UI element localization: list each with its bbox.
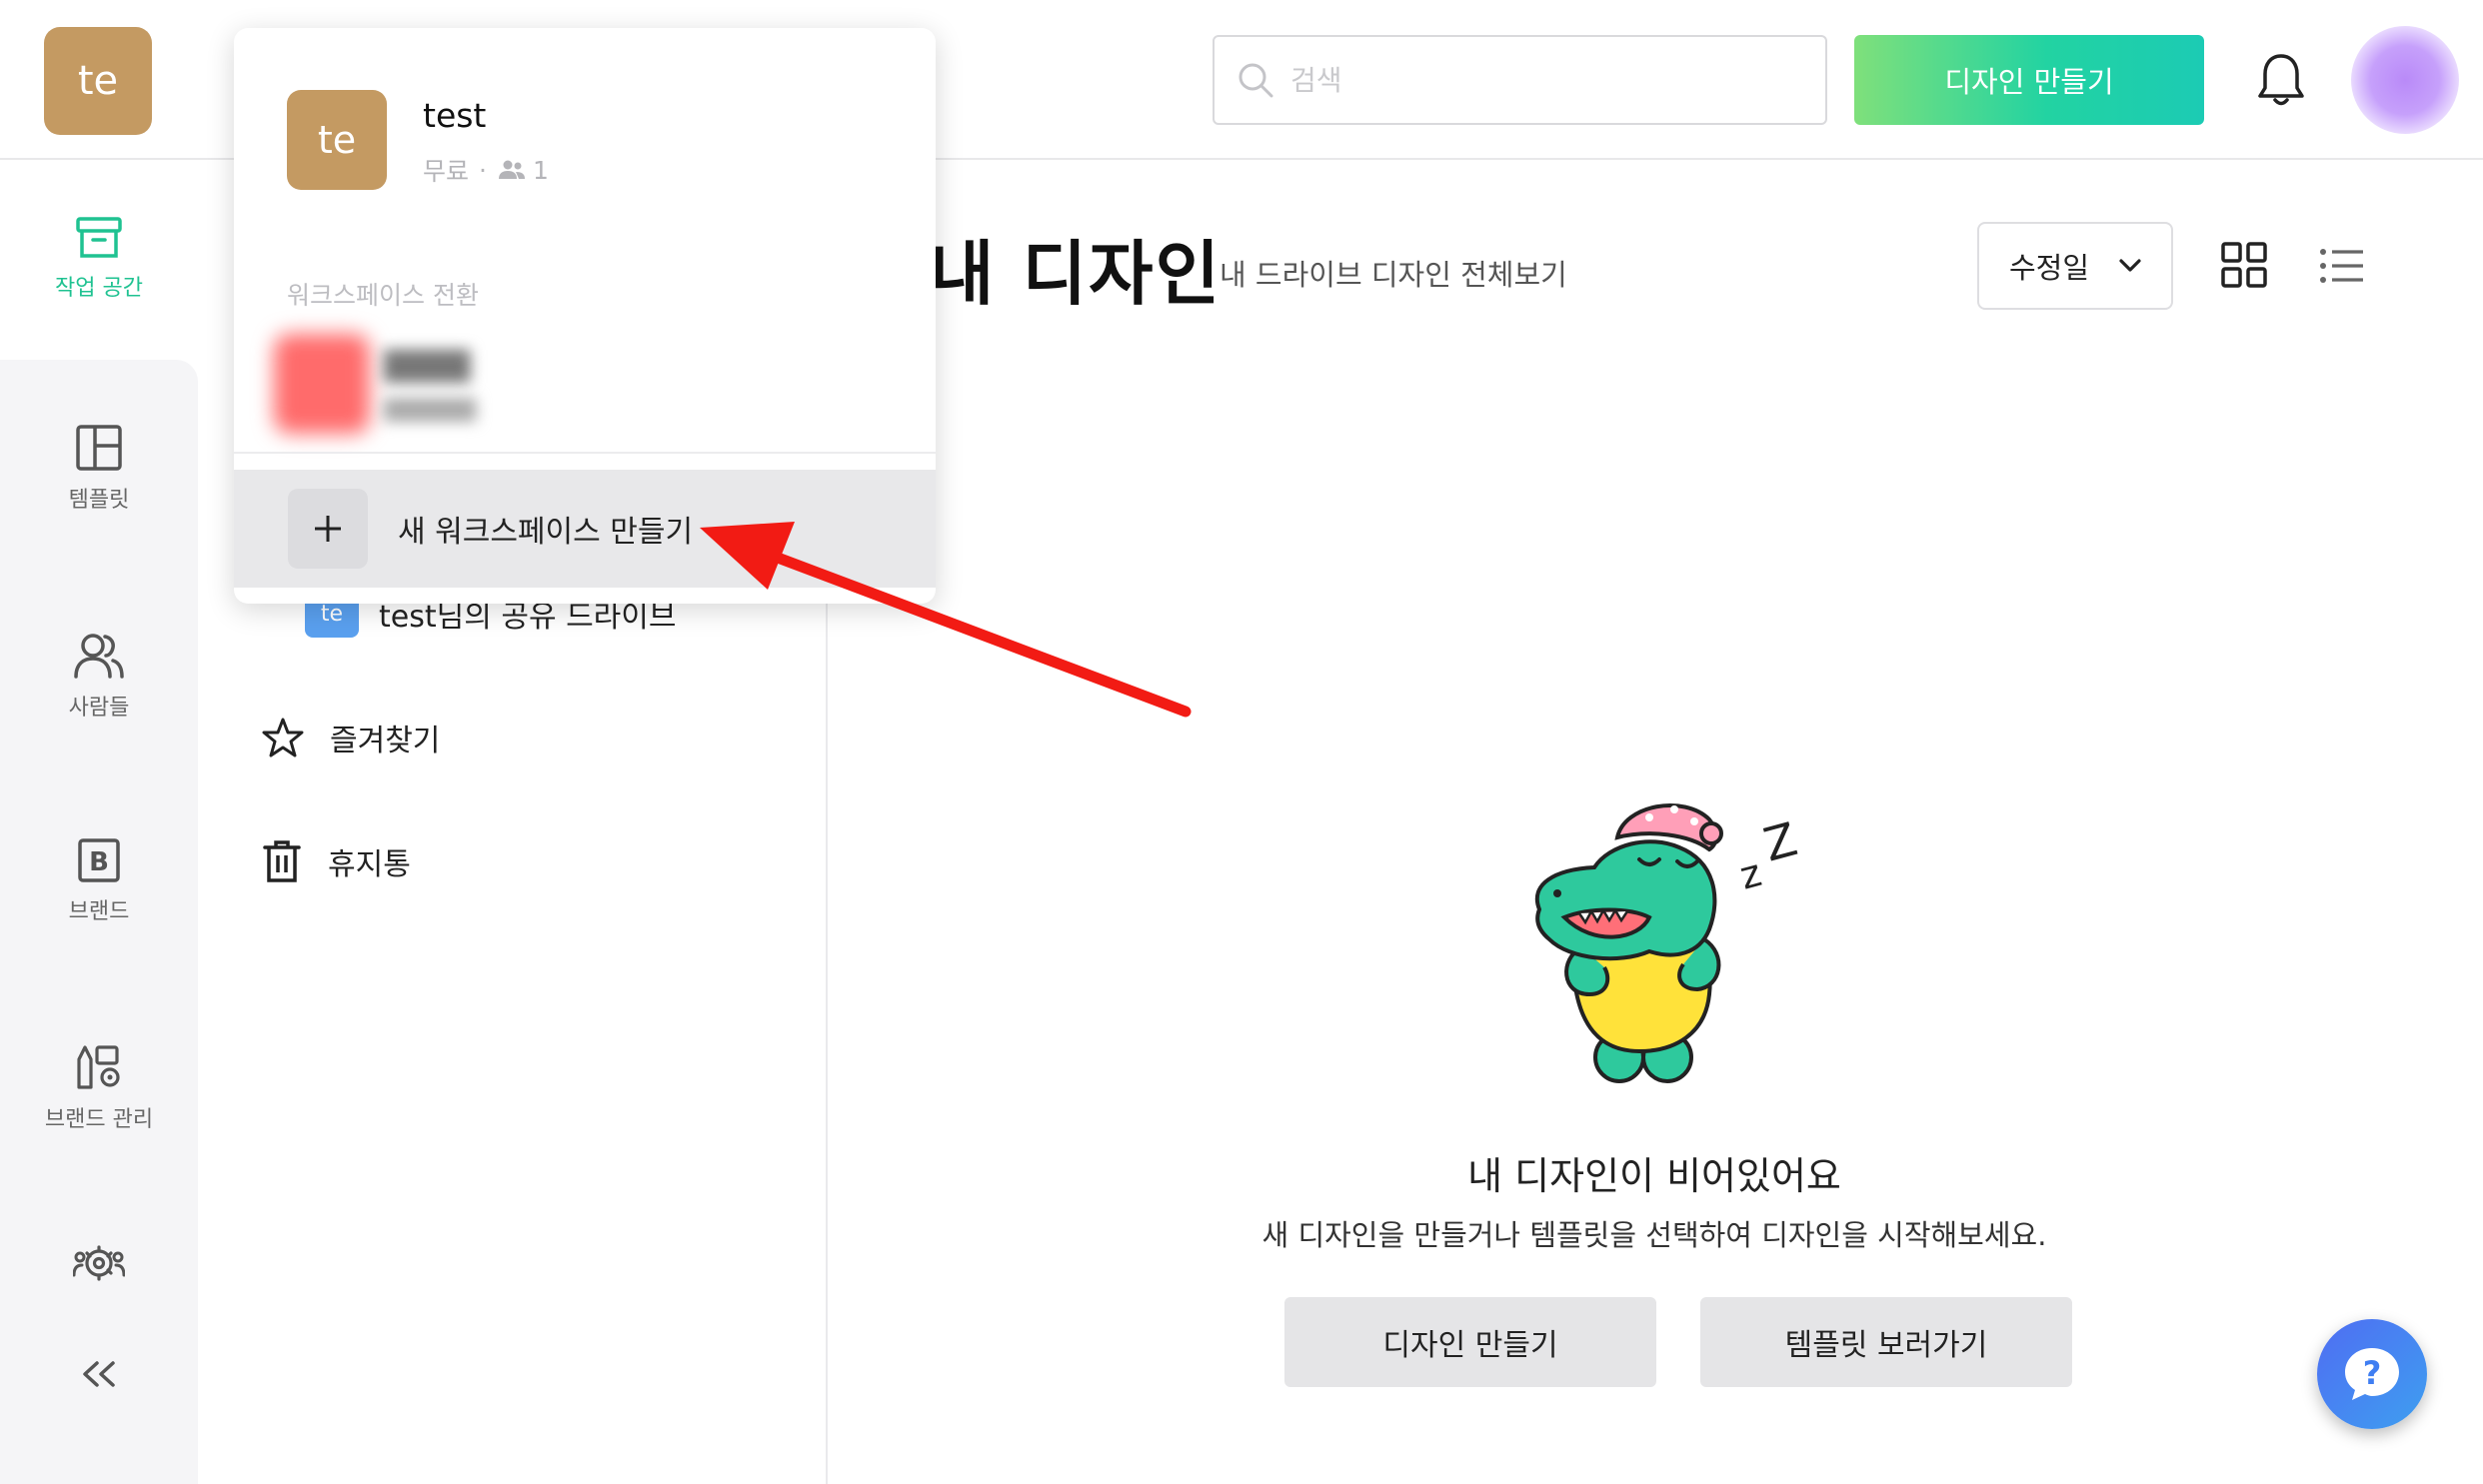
member-count: 1 [532, 155, 549, 185]
empty-state-description: 새 디자인을 만들거나 템플릿을 선택하여 디자인을 시작해보세요. [1261, 1218, 2047, 1252]
search-input[interactable] [1290, 63, 1810, 97]
help-label: ? [2363, 1354, 2382, 1392]
list-view-icon[interactable] [2319, 248, 2365, 284]
page-subtitle[interactable]: 내 드라이브 디자인 전체보기 [1220, 252, 1567, 294]
favorites-label: 즐겨찾기 [330, 724, 441, 758]
icon-rail: 작업 공간 템플릿 사람들 B 브랜드 브랜드 관리 [0, 162, 198, 1484]
empty-create-design-button[interactable]: 디자인 만들기 [1284, 1297, 1656, 1387]
rail-item-collapse[interactable] [0, 1359, 198, 1389]
browse-templates-button[interactable]: 템플릿 보러가기 [1700, 1297, 2072, 1387]
rail-item-people[interactable]: 사람들 [0, 632, 198, 722]
meta-separator: · [479, 155, 487, 185]
archive-icon [75, 216, 123, 260]
rail-label-templates: 템플릿 [68, 488, 130, 513]
svg-text:z: z [1735, 850, 1766, 898]
brand-b-icon: B [77, 837, 121, 883]
empty-state-title: 내 디자인이 비어있어요 [1467, 1154, 1841, 1198]
current-workspace-meta: 무료 · 1 [423, 152, 549, 188]
collapse-icon [79, 1359, 119, 1389]
trash-icon [262, 839, 302, 883]
grid-view-icon[interactable] [2221, 242, 2267, 288]
new-workspace-label: 새 워크스페이스 만들기 [398, 515, 694, 550]
svg-text:B: B [89, 847, 109, 877]
user-avatar[interactable] [2351, 26, 2459, 134]
help-button[interactable]: ? [2317, 1319, 2427, 1429]
divider [234, 452, 936, 454]
sort-label: 수정일 [2009, 251, 2090, 285]
trash-label: 휴지통 [328, 847, 411, 882]
page-title: 내 디자인 [930, 233, 1222, 315]
other-workspace-meta-redacted: ██████ [384, 398, 477, 422]
sleeping-crocodile-illustration: z Z [1499, 789, 1819, 1099]
search-box[interactable] [1213, 35, 1827, 125]
plus-icon [288, 489, 368, 569]
rail-label-brand: 브랜드 [68, 899, 130, 924]
workspace-switch-heading: 워크스페이스 전환 [287, 281, 479, 310]
rail-item-templates[interactable]: 템플릿 [0, 424, 198, 514]
rail-item-brand-management[interactable]: 브랜드 관리 [0, 1043, 198, 1133]
layout-icon [75, 424, 123, 472]
current-workspace-name: test [423, 96, 487, 135]
other-workspace-avatar [274, 334, 370, 434]
workspace-avatar-button[interactable]: te [44, 27, 152, 135]
chevron-down-icon [2119, 259, 2141, 273]
new-workspace-button[interactable]: 새 워크스페이스 만들기 [234, 470, 936, 588]
sort-dropdown[interactable]: 수정일 [1977, 222, 2173, 310]
brand-settings-icon [75, 1043, 123, 1091]
help-chat-icon: ? [2340, 1344, 2404, 1404]
create-design-button[interactable]: 디자인 만들기 [1854, 35, 2204, 125]
people-icon [73, 632, 125, 680]
sidebar-item-trash[interactable]: 휴지통 [262, 839, 411, 883]
bell-icon[interactable] [2256, 52, 2306, 108]
workspace-initials: te [77, 58, 119, 104]
search-icon [1237, 61, 1274, 99]
star-icon [262, 717, 304, 758]
current-workspace-avatar: te [287, 90, 387, 190]
sidebar-item-favorites[interactable]: 즐겨찾기 [262, 716, 440, 759]
team-settings-icon [73, 1241, 125, 1285]
svg-text:Z: Z [1758, 811, 1802, 871]
rail-item-workspace[interactable]: 작업 공간 [0, 216, 198, 302]
rail-label-people: 사람들 [68, 696, 130, 721]
rail-label-workspace: 작업 공간 [55, 276, 143, 301]
other-workspace-name-redacted: ████ [384, 350, 471, 383]
current-workspace-initials: te [317, 118, 357, 162]
rail-item-brand[interactable]: B 브랜드 [0, 837, 198, 925]
rail-label-brand-management: 브랜드 관리 [44, 1107, 154, 1132]
workspace-plan: 무료 [423, 157, 470, 186]
rail-item-team-settings[interactable] [0, 1241, 198, 1285]
workspace-dropdown: te test 무료 · 1 워크스페이스 전환 ████ ██████ 새 워… [234, 28, 936, 604]
members-icon [497, 159, 527, 181]
other-workspace-item[interactable]: ████ ██████ [274, 328, 604, 440]
